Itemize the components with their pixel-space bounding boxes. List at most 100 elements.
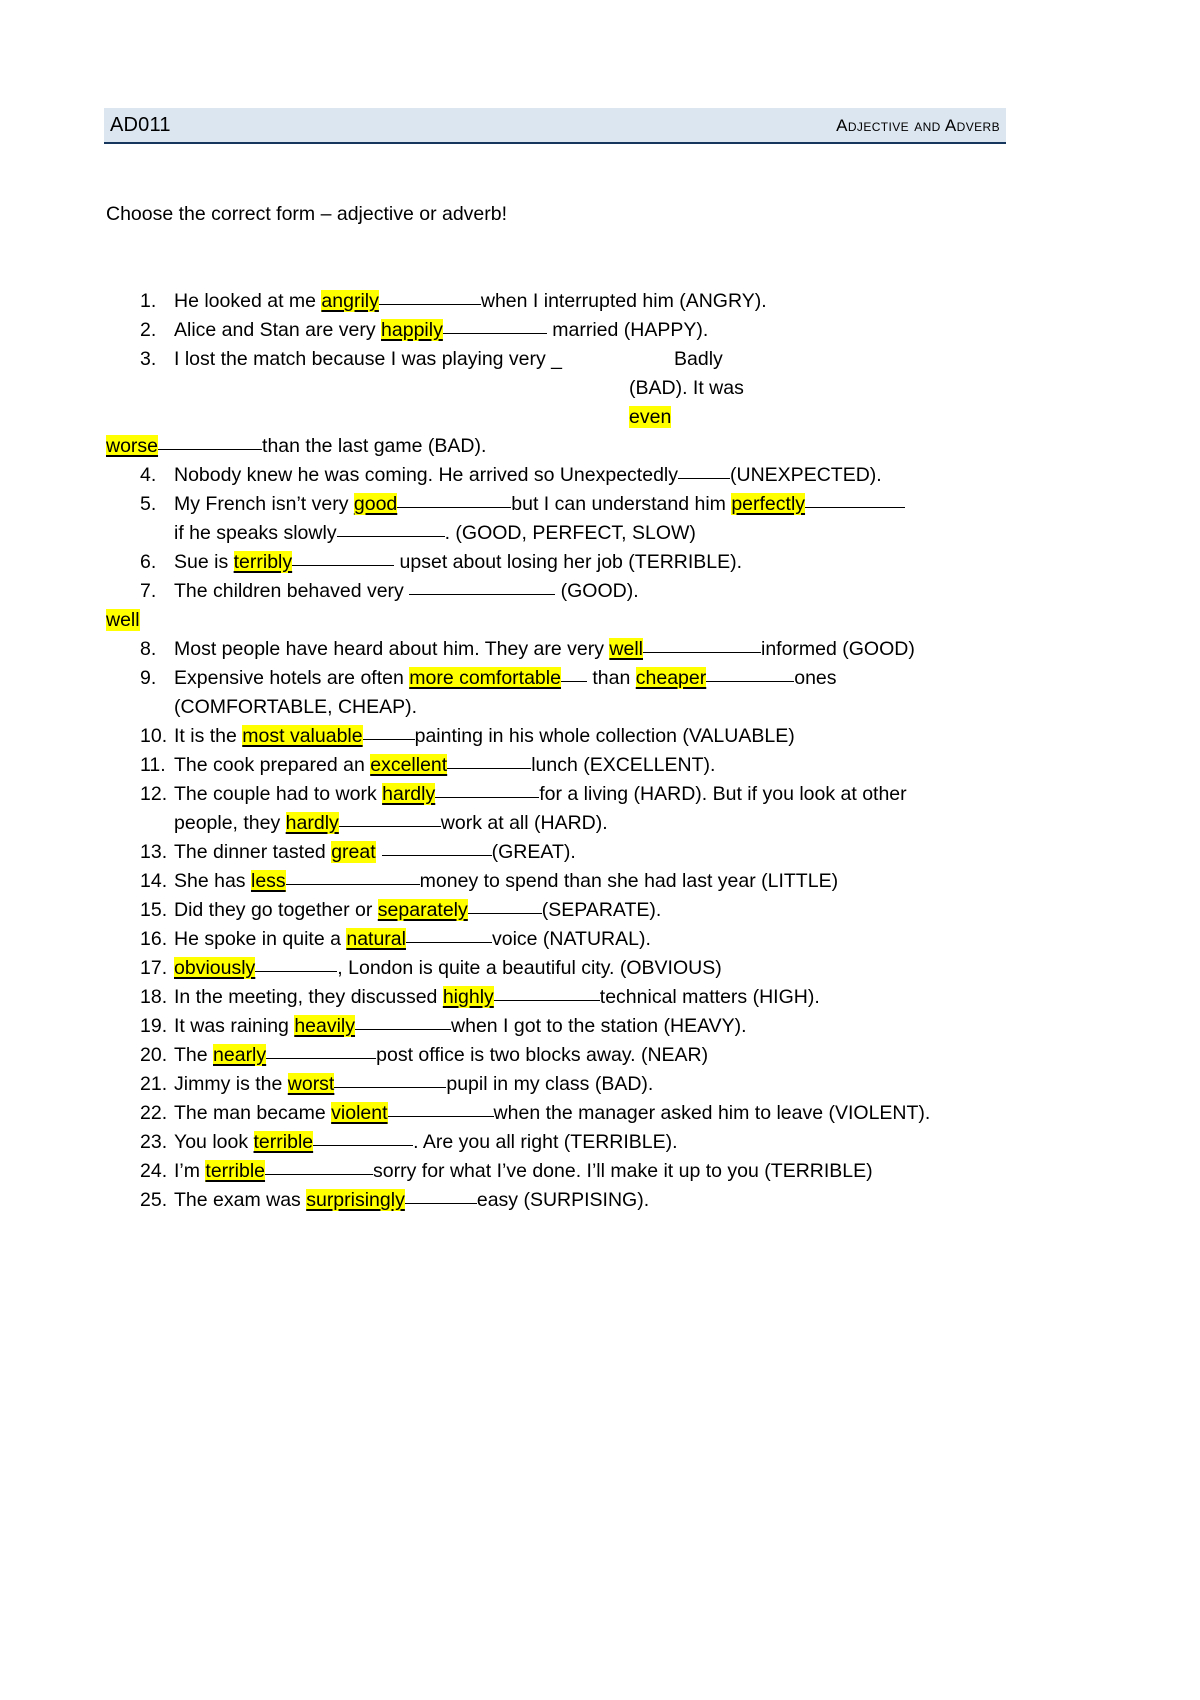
blank-rule[interactable] [405, 925, 492, 943]
blank-rule[interactable] [404, 1186, 477, 1204]
blank-rule[interactable] [338, 809, 441, 827]
item-line: (COMFORTABLE, CHEAP). [174, 693, 1026, 722]
blank-rule[interactable] [381, 838, 492, 856]
item-body: Expensive hotels are often more comforta… [174, 664, 1026, 722]
blank-rule[interactable] [313, 1128, 414, 1146]
answer-blank[interactable]: nearly [213, 1044, 267, 1066]
sentence-after: informed (GOOD) [760, 638, 915, 660]
answer-badly[interactable]: Badly [674, 345, 723, 374]
answer-blank[interactable]: less [250, 870, 286, 892]
item-number: 25. [140, 1189, 168, 1211]
answer-blank[interactable]: surprisingly [306, 1189, 405, 1211]
sentence-after: , London is quite a beautiful city. (OBV… [337, 957, 722, 979]
answer-blank[interactable]: terrible [253, 1131, 314, 1153]
blank-rule[interactable] [447, 751, 532, 769]
answer-blank[interactable]: good [353, 493, 398, 515]
item-number: 11. [140, 754, 166, 776]
item-line: well [106, 606, 1026, 635]
item-number: 13. [140, 841, 168, 863]
item-body: The dinner tasted great (GREAT). [174, 838, 1026, 867]
answer-blank[interactable]: worse [106, 435, 159, 457]
answer-blank[interactable]: angrily [321, 290, 379, 312]
answer-blank[interactable]: separately [377, 899, 468, 921]
item-line: Jimmy is the worst pupil in my class (BAD… [174, 1070, 1026, 1099]
answer-blank[interactable]: excellent [370, 754, 448, 776]
blank-rule[interactable] [642, 635, 761, 653]
answer-blank[interactable]: terrible [205, 1160, 266, 1182]
sentence-before: My French isn’t very [174, 493, 354, 515]
item-number: 17. [140, 957, 168, 979]
blank-rule[interactable] [387, 1099, 494, 1117]
blank-rule[interactable] [560, 664, 587, 682]
sentence-after: . (GOOD, PERFECT, SLOW) [444, 522, 696, 544]
item-number: 23. [140, 1131, 168, 1153]
item-line: It was raining heavily when I got to the … [174, 1012, 1026, 1041]
item-number: 14. [140, 870, 168, 892]
sentence-after: lunch (EXCELLENT). [531, 754, 716, 776]
item-number: 9. [140, 667, 157, 689]
item-line: I lost the match because I was playing v… [174, 345, 1026, 374]
answer-blank[interactable]: well [609, 638, 643, 660]
item-line: The nearly post office is two blocks away… [174, 1041, 1026, 1070]
answer-blank[interactable]: most valuable [242, 725, 363, 747]
blank-rule[interactable] [355, 1012, 452, 1030]
answer-blank[interactable]: heavily [294, 1015, 356, 1037]
sentence-before: It was raining [174, 1015, 295, 1037]
list-item: 24. I’m terrible sorry for what I’ve done… [106, 1157, 1026, 1186]
list-item: 14. She has less money to spend than she … [106, 867, 1026, 896]
answer-blank[interactable]: hardly [285, 812, 339, 834]
list-item: 12. The couple had to work hardly for a l… [106, 780, 1026, 838]
blank-rule[interactable] [435, 780, 540, 798]
blank-rule[interactable] [362, 722, 415, 740]
item-line: Most people have heard about him. They a… [174, 635, 1026, 664]
item-line: In the meeting, they discussed highly tec… [174, 983, 1026, 1012]
blank-rule[interactable] [334, 1070, 447, 1088]
answer-well[interactable]: well [106, 609, 140, 631]
sentence-before: Alice and Stan are very [174, 319, 382, 341]
sentence-before: In the meeting, they discussed [174, 986, 443, 1008]
blank-rule[interactable] [266, 1041, 377, 1059]
item-number: 8. [140, 638, 157, 660]
sentence-before: He looked at me [174, 290, 322, 312]
item-line: He looked at me angrily when I interrupte… [174, 287, 1026, 316]
answer-blank[interactable]: obviously [174, 957, 256, 979]
item-number: 21. [140, 1073, 168, 1095]
sentence-mid: for a living (HARD). But if you look at … [539, 783, 907, 805]
blank-rule[interactable] [409, 577, 556, 595]
answer-blank[interactable]: hardly [382, 783, 436, 805]
blank-rule[interactable] [493, 983, 600, 1001]
answer-blank[interactable]: perfectly [731, 493, 806, 515]
blank-rule[interactable] [442, 316, 547, 334]
blank-rule[interactable] [265, 1157, 374, 1175]
blank-rule[interactable] [255, 954, 338, 972]
answer-blank[interactable]: worst [287, 1073, 335, 1095]
blank-rule[interactable] [336, 519, 445, 537]
answer-blank[interactable]: great [331, 841, 376, 863]
answer-blank[interactable]: happily [381, 319, 443, 341]
blank-rule[interactable] [706, 664, 795, 682]
item-number: 18. [140, 986, 168, 1008]
item-line: Alice and Stan are very happily married … [174, 316, 1026, 345]
blank-rule[interactable] [805, 490, 906, 508]
answer-even[interactable]: even [629, 406, 672, 428]
blank-rule[interactable] [378, 287, 481, 305]
sentence-before: I’m [174, 1160, 206, 1182]
blank-rule[interactable] [397, 490, 512, 508]
answer-blank[interactable]: natural [346, 928, 406, 950]
item-body: I’m terrible sorry for what I’ve done. I’… [174, 1157, 1026, 1186]
answer-blank[interactable]: violent [331, 1102, 388, 1124]
blank-rule[interactable] [467, 896, 542, 914]
sentence-continued: people, they [174, 812, 286, 834]
item-number: 10. [140, 725, 168, 747]
answer-blank[interactable]: highly [442, 986, 494, 1008]
blank-rule[interactable] [292, 548, 395, 566]
item-number: 22. [140, 1102, 168, 1124]
answer-blank[interactable]: terribly [233, 551, 293, 573]
answer-blank[interactable]: cheaper [635, 667, 707, 689]
answer-blank[interactable]: more comfortable [409, 667, 561, 689]
blank-rule[interactable] [285, 867, 420, 885]
blank-rule[interactable] [678, 461, 731, 479]
blank-rule[interactable] [158, 432, 263, 450]
sentence-after: married (HAPPY). [546, 319, 709, 341]
sentence-before: Did they go together or [174, 899, 378, 921]
